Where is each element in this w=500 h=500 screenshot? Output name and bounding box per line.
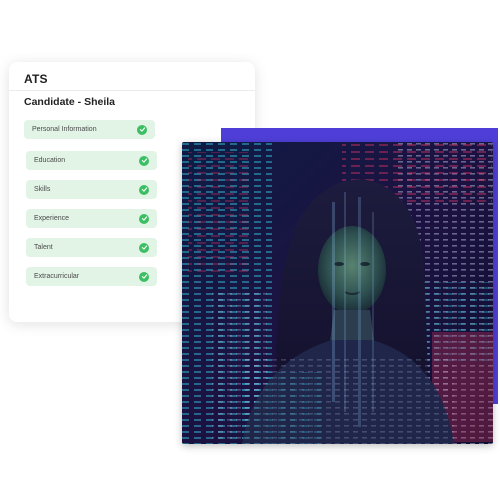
section-label: Personal Information [32,126,97,133]
section-extracurricular[interactable]: Extracurricular [26,267,157,286]
card-divider [9,90,255,91]
candidate-name: Candidate - Sheila [24,96,116,108]
section-label: Experience [34,215,70,222]
check-icon [139,213,149,224]
section-skills[interactable]: Skills [26,180,157,199]
check-icon [137,124,147,135]
woman-with-code-projection-image [182,142,493,444]
section-label: Talent [34,244,53,251]
check-icon [139,242,149,253]
section-label: Skills [34,186,51,193]
section-label: Extracurricular [34,273,80,280]
check-icon [139,184,149,195]
card-title: ATS [24,72,48,86]
section-personal-information[interactable]: Personal Information [24,120,155,139]
section-label: Education [34,157,66,164]
section-experience[interactable]: Experience [26,209,157,228]
check-icon [139,271,149,282]
check-icon [139,155,149,166]
section-talent[interactable]: Talent [26,238,157,257]
section-education[interactable]: Education [26,151,157,170]
